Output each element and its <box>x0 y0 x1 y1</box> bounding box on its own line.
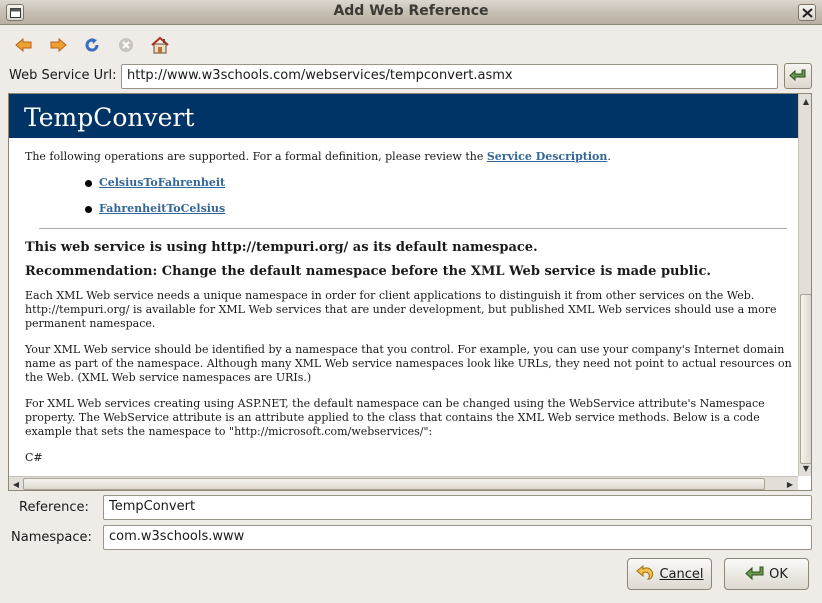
namespace-input[interactable]: com.w3schools.www <box>103 525 812 550</box>
namespace-heading: This web service is using http://tempuri… <box>25 240 538 255</box>
vertical-scrollbar[interactable]: ▲ ▼ <box>798 94 811 476</box>
stop-icon <box>119 38 133 52</box>
cancel-button[interactable]: Cancel <box>627 558 712 590</box>
intro-end: . <box>607 150 611 163</box>
refresh-icon <box>85 38 99 52</box>
horizontal-scroll-thumb[interactable] <box>23 478 765 490</box>
service-description-link[interactable]: Service Description <box>487 150 608 163</box>
cancel-button-label: Cancel <box>659 566 704 582</box>
home-icon <box>151 36 169 54</box>
undo-icon <box>636 565 654 580</box>
web-preview-pane: TempConvert The following operations are… <box>8 93 812 491</box>
web-page-content: TempConvert The following operations are… <box>9 94 798 476</box>
namespace-paragraph-3: For XML Web services creating using ASP.… <box>25 397 765 438</box>
reference-label: Reference: <box>19 500 89 515</box>
namespace-paragraph-2: Your XML Web service should be identifie… <box>25 343 792 384</box>
divider <box>39 228 787 229</box>
forward-button[interactable] <box>46 33 70 57</box>
namespace-label: Namespace: <box>11 530 92 545</box>
navigation-toolbar <box>0 29 822 61</box>
close-icon <box>802 8 813 18</box>
intro-text: The following operations are supported. … <box>25 150 484 163</box>
back-arrow-icon <box>15 37 32 53</box>
operation-item: CelsiusToFahrenheit <box>85 176 795 202</box>
stop-button[interactable] <box>114 33 138 57</box>
close-button[interactable] <box>798 4 816 21</box>
reference-input[interactable]: TempConvert <box>103 495 812 520</box>
window-title: Add Web Reference <box>333 3 489 19</box>
scroll-up-icon[interactable]: ▲ <box>800 95 811 107</box>
recommendation-heading: Recommendation: Change the default names… <box>25 264 711 279</box>
namespace-paragraph-1: Each XML Web service needs a unique name… <box>25 289 777 330</box>
refresh-button[interactable] <box>80 33 104 57</box>
celsius-to-fahrenheit-link[interactable]: CelsiusToFahrenheit <box>99 176 225 189</box>
page-banner: TempConvert <box>9 94 798 138</box>
ok-button[interactable]: OK <box>724 558 809 590</box>
scroll-right-icon[interactable]: ▶ <box>784 478 796 490</box>
operations-list: CelsiusToFahrenheit FahrenheitToCelsius <box>25 176 795 228</box>
forward-arrow-icon <box>50 37 67 53</box>
page-body: The following operations are supported. … <box>25 150 795 476</box>
code-language-label: C# <box>25 451 43 464</box>
intro-paragraph: The following operations are supported. … <box>25 150 795 164</box>
title-bar: Add Web Reference <box>0 0 822 25</box>
ok-icon <box>745 566 764 581</box>
ok-button-label: OK <box>769 566 788 582</box>
go-button[interactable] <box>784 63 812 89</box>
fahrenheit-to-celsius-link[interactable]: FahrenheitToCelsius <box>99 202 225 215</box>
scroll-left-icon[interactable]: ◀ <box>10 478 22 490</box>
web-service-url-label: Web Service Url: <box>9 68 117 83</box>
web-service-url-input[interactable]: http://www.w3schools.com/webservices/tem… <box>121 64 778 89</box>
home-button[interactable] <box>148 33 172 57</box>
go-arrow-icon <box>789 69 806 82</box>
back-button[interactable] <box>12 33 36 57</box>
vertical-scroll-thumb[interactable] <box>800 294 811 464</box>
operation-item: FahrenheitToCelsius <box>85 202 795 228</box>
scroll-down-icon[interactable]: ▼ <box>800 462 811 474</box>
horizontal-scrollbar[interactable]: ◀ ▶ <box>9 476 798 490</box>
